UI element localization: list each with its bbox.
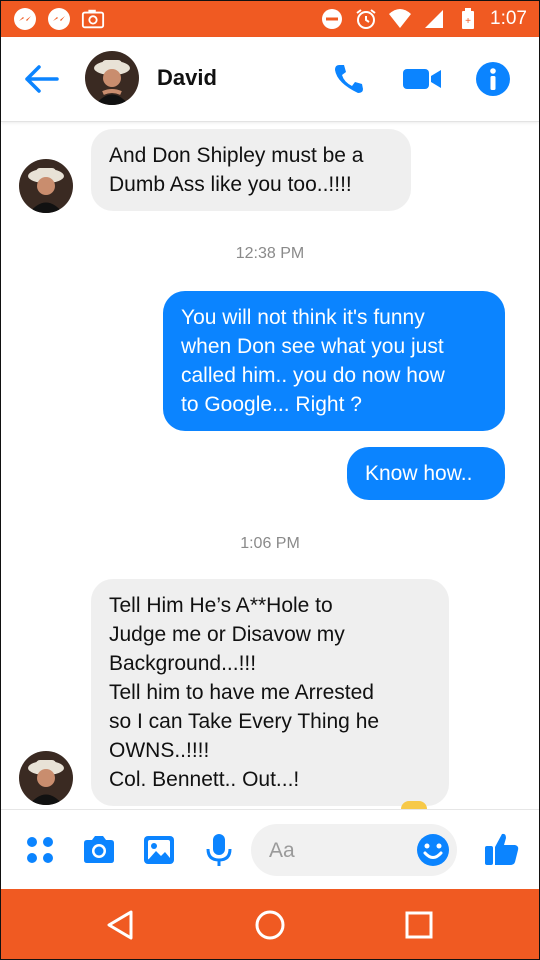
recents-square-icon[interactable]	[401, 907, 437, 943]
android-nav-bar	[1, 889, 539, 959]
home-circle-icon[interactable]	[252, 907, 288, 943]
message-line: You will not think it's funny	[181, 306, 425, 329]
battery-icon: +	[456, 7, 480, 31]
apps-icon[interactable]	[23, 832, 59, 868]
reaction-peek	[401, 801, 427, 809]
notification-icons	[13, 7, 105, 31]
phone-icon[interactable]	[331, 61, 367, 97]
message-line: Dumb Ass like you too..!!!!	[109, 173, 352, 196]
incoming-message-bubble[interactable]: Tell Him He’s A**Hole to Judge me or Dis…	[91, 579, 449, 806]
back-arrow-icon[interactable]	[21, 61, 61, 97]
conversation-header: David	[1, 37, 539, 122]
app-frame: + 1:07 David And Don Shipley must be a D…	[0, 0, 540, 960]
system-status-icons: + 1:07	[320, 7, 527, 31]
message-timestamp: 1:06 PM	[240, 535, 300, 552]
info-icon[interactable]	[475, 61, 511, 97]
message-line: when Don see what you just	[181, 335, 444, 358]
message-line: so I can Take Every Thing he	[109, 710, 380, 733]
emoji-icon[interactable]	[415, 832, 451, 868]
message-input[interactable]	[267, 836, 411, 866]
contact-avatar[interactable]	[19, 751, 73, 805]
message-line: Tell him to have me Arrested	[109, 681, 374, 704]
alarm-icon	[354, 7, 378, 31]
svg-text:+: +	[465, 16, 471, 27]
messenger-icon	[13, 7, 37, 31]
message-line: Background...!!!	[109, 652, 257, 675]
composer-bar	[1, 809, 539, 890]
back-triangle-icon[interactable]	[103, 907, 139, 943]
video-call-icon[interactable]	[401, 63, 443, 95]
message-timestamp: 12:38 PM	[235, 245, 305, 262]
outgoing-message-bubble[interactable]: Know how..	[347, 447, 505, 500]
contact-avatar[interactable]	[19, 159, 73, 213]
status-bar: + 1:07	[1, 1, 539, 37]
wifi-icon	[388, 7, 412, 31]
gallery-icon[interactable]	[141, 832, 177, 868]
message-line: Know how..	[365, 462, 473, 485]
messenger-icon	[47, 7, 71, 31]
photo-icon	[81, 7, 105, 31]
message-line: Col. Bennett.. Out...!	[109, 768, 300, 791]
outgoing-message-bubble[interactable]: You will not think it's funny when Don s…	[163, 291, 505, 431]
thumbs-up-icon[interactable]	[483, 830, 519, 866]
microphone-icon[interactable]	[201, 832, 237, 868]
message-line: Judge me or Disavow my	[109, 623, 345, 646]
status-time: 1:07	[490, 8, 527, 29]
dnd-icon	[320, 7, 344, 31]
message-input-pill[interactable]	[251, 824, 457, 876]
message-line: called him.. you do now how	[181, 364, 445, 387]
contact-name[interactable]: David	[157, 65, 217, 91]
message-line: And Don Shipley must be a	[109, 144, 364, 167]
message-line: to Google... Right ?	[181, 393, 362, 416]
incoming-message-bubble[interactable]: And Don Shipley must be a Dumb Ass like …	[91, 129, 411, 211]
message-line: Tell Him He’s A**Hole to	[109, 594, 333, 617]
contact-avatar[interactable]	[85, 51, 139, 105]
message-line: OWNS..!!!!	[109, 739, 210, 762]
camera-icon[interactable]	[81, 832, 117, 868]
signal-icon	[422, 7, 446, 31]
